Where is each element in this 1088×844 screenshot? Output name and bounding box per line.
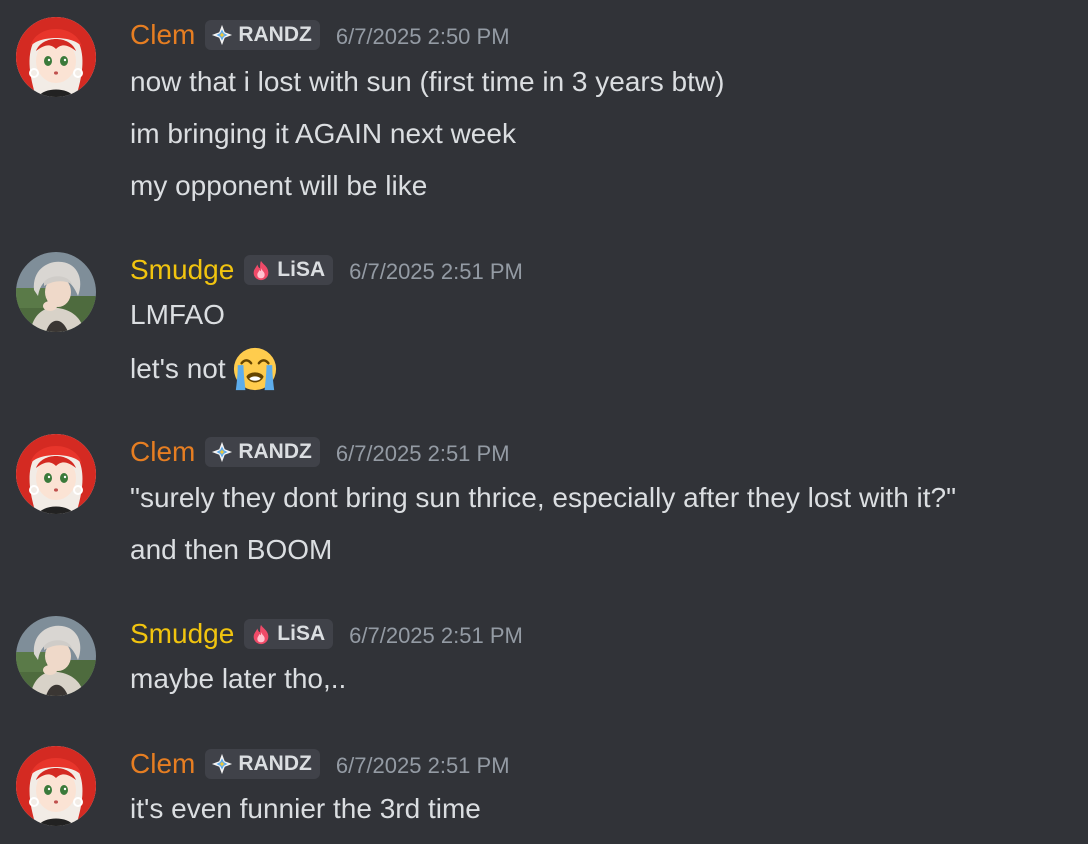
diamond-sparkle-icon [211,24,233,46]
message-header: Clem RANDZ 6/7/2025 2:50 PM [130,17,510,53]
message-header: Clem RANDZ 6/7/2025 2:51 PM [130,434,510,470]
server-tag[interactable]: RANDZ [205,437,320,467]
message-line: maybe later tho,.. [130,663,347,694]
diamond-sparkle-icon [211,753,233,775]
diamond-sparkle-icon [211,441,233,463]
server-tag[interactable]: RANDZ [205,20,320,50]
message-line: now that i lost with sun (first time in … [130,66,725,97]
message-header: Smudge LiSA 6/7/2025 2:51 PM [130,252,523,288]
message-line: my opponent will be like [130,170,428,201]
message-text: let's not [130,353,226,384]
message-header: Smudge LiSA 6/7/2025 2:51 PM [130,616,523,652]
server-tag[interactable]: LiSA [244,619,334,649]
timestamp[interactable]: 6/7/2025 2:51 PM [336,753,510,779]
message-line: LMFAO [130,299,225,330]
server-tag-label: RANDZ [238,440,312,463]
avatar-smudge[interactable] [16,616,96,696]
server-tag-label: RANDZ [238,752,312,775]
username-clem[interactable]: Clem [130,436,195,468]
avatar-smudge[interactable] [16,252,96,332]
server-tag[interactable]: LiSA [244,255,334,285]
message-line: it's even funnier the 3rd time [130,793,481,824]
message-line-with-emoji: let's not [130,347,278,391]
username-clem[interactable]: Clem [130,748,195,780]
avatar-clem[interactable] [16,17,96,97]
message-line: "surely they dont bring sun thrice, espe… [130,482,957,513]
server-tag-label: LiSA [277,622,326,645]
server-tag-label: RANDZ [238,23,312,46]
loudly-crying-face-emoji[interactable] [232,346,278,392]
flame-icon [250,259,272,281]
username-smudge[interactable]: Smudge [130,254,234,286]
message-line: and then BOOM [130,534,333,565]
username-smudge[interactable]: Smudge [130,618,234,650]
server-tag[interactable]: RANDZ [205,749,320,779]
timestamp[interactable]: 6/7/2025 2:51 PM [349,259,523,285]
avatar-clem[interactable] [16,434,96,514]
timestamp[interactable]: 6/7/2025 2:50 PM [336,24,510,50]
username-clem[interactable]: Clem [130,19,195,51]
server-tag-label: LiSA [277,258,326,281]
message-header: Clem RANDZ 6/7/2025 2:51 PM [130,746,510,782]
message-line: im bringing it AGAIN next week [130,118,516,149]
timestamp[interactable]: 6/7/2025 2:51 PM [336,441,510,467]
avatar-clem[interactable] [16,746,96,826]
flame-icon [250,623,272,645]
timestamp[interactable]: 6/7/2025 2:51 PM [349,623,523,649]
